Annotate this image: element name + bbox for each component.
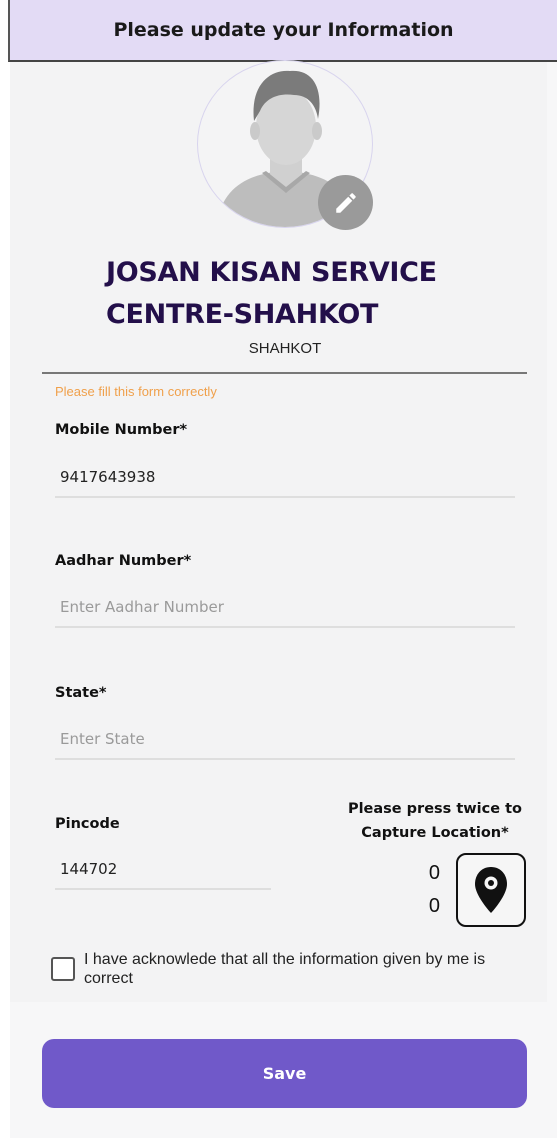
latitude-value: 0 [428, 862, 440, 884]
pincode-label: Pincode [55, 816, 120, 832]
capture-location-label: Please press twice to Capture Location* [347, 801, 523, 841]
capture-location-button[interactable] [456, 853, 526, 927]
pincode-input[interactable] [55, 850, 271, 890]
centre-city: SHAHKOT [248, 340, 322, 357]
aadhar-label: Aadhar Number* [55, 553, 192, 569]
section-divider [42, 372, 527, 374]
form-hint: Please fill this form correctly [55, 384, 217, 399]
page-title: Please update your Information [113, 19, 454, 41]
mobile-label: Mobile Number* [55, 422, 188, 438]
save-button[interactable]: Save [42, 1039, 527, 1108]
pencil-icon [335, 192, 356, 213]
centre-name: JOSAN KISAN SERVICE CENTRE-SHAHKOT [106, 257, 437, 330]
top-bar: Please update your Information [8, 0, 557, 62]
edit-photo-button[interactable] [318, 175, 373, 230]
state-input[interactable] [55, 720, 515, 760]
state-label: State* [55, 685, 107, 701]
longitude-value: 0 [428, 895, 440, 917]
mobile-number-input[interactable] [55, 458, 515, 498]
acknowledge-text: I have acknowlede that all the informati… [84, 951, 486, 987]
acknowledge-checkbox[interactable] [51, 957, 75, 981]
aadhar-number-input[interactable] [55, 588, 515, 628]
map-pin-icon [475, 867, 507, 913]
